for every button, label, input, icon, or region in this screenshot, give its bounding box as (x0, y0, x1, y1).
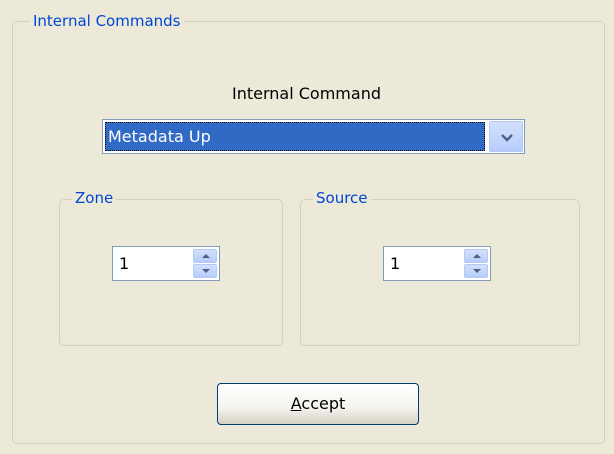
source-title: Source (313, 189, 371, 207)
source-value[interactable]: 1 (390, 247, 400, 280)
source-spinner[interactable]: 1 (383, 246, 491, 281)
arrow-down-icon (202, 269, 210, 273)
internal-command-selected-value[interactable]: Metadata Up (105, 122, 485, 151)
internal-command-label: Internal Command (232, 84, 381, 103)
chevron-down-icon (501, 134, 513, 142)
zone-increment-button[interactable] (193, 249, 217, 263)
internal-command-dropdown[interactable]: Metadata Up (102, 119, 525, 154)
zone-title: Zone (72, 189, 117, 207)
dropdown-button[interactable] (489, 121, 523, 152)
source-decrement-button[interactable] (464, 264, 488, 278)
zone-spinner-buttons (193, 249, 217, 278)
arrow-up-icon (202, 254, 210, 258)
internal-commands-title: Internal Commands (30, 12, 184, 30)
accept-label-rest: ccept (301, 394, 346, 413)
arrow-up-icon (473, 254, 481, 258)
internal-commands-panel: Internal Commands Internal Command Metad… (0, 0, 614, 454)
source-increment-button[interactable] (464, 249, 488, 263)
accept-button[interactable]: Accept (217, 383, 419, 425)
zone-decrement-button[interactable] (193, 264, 217, 278)
source-spinner-buttons (464, 249, 488, 278)
zone-value[interactable]: 1 (119, 247, 129, 280)
zone-spinner[interactable]: 1 (112, 246, 220, 281)
accept-mnemonic: A (290, 394, 302, 413)
arrow-down-icon (473, 269, 481, 273)
